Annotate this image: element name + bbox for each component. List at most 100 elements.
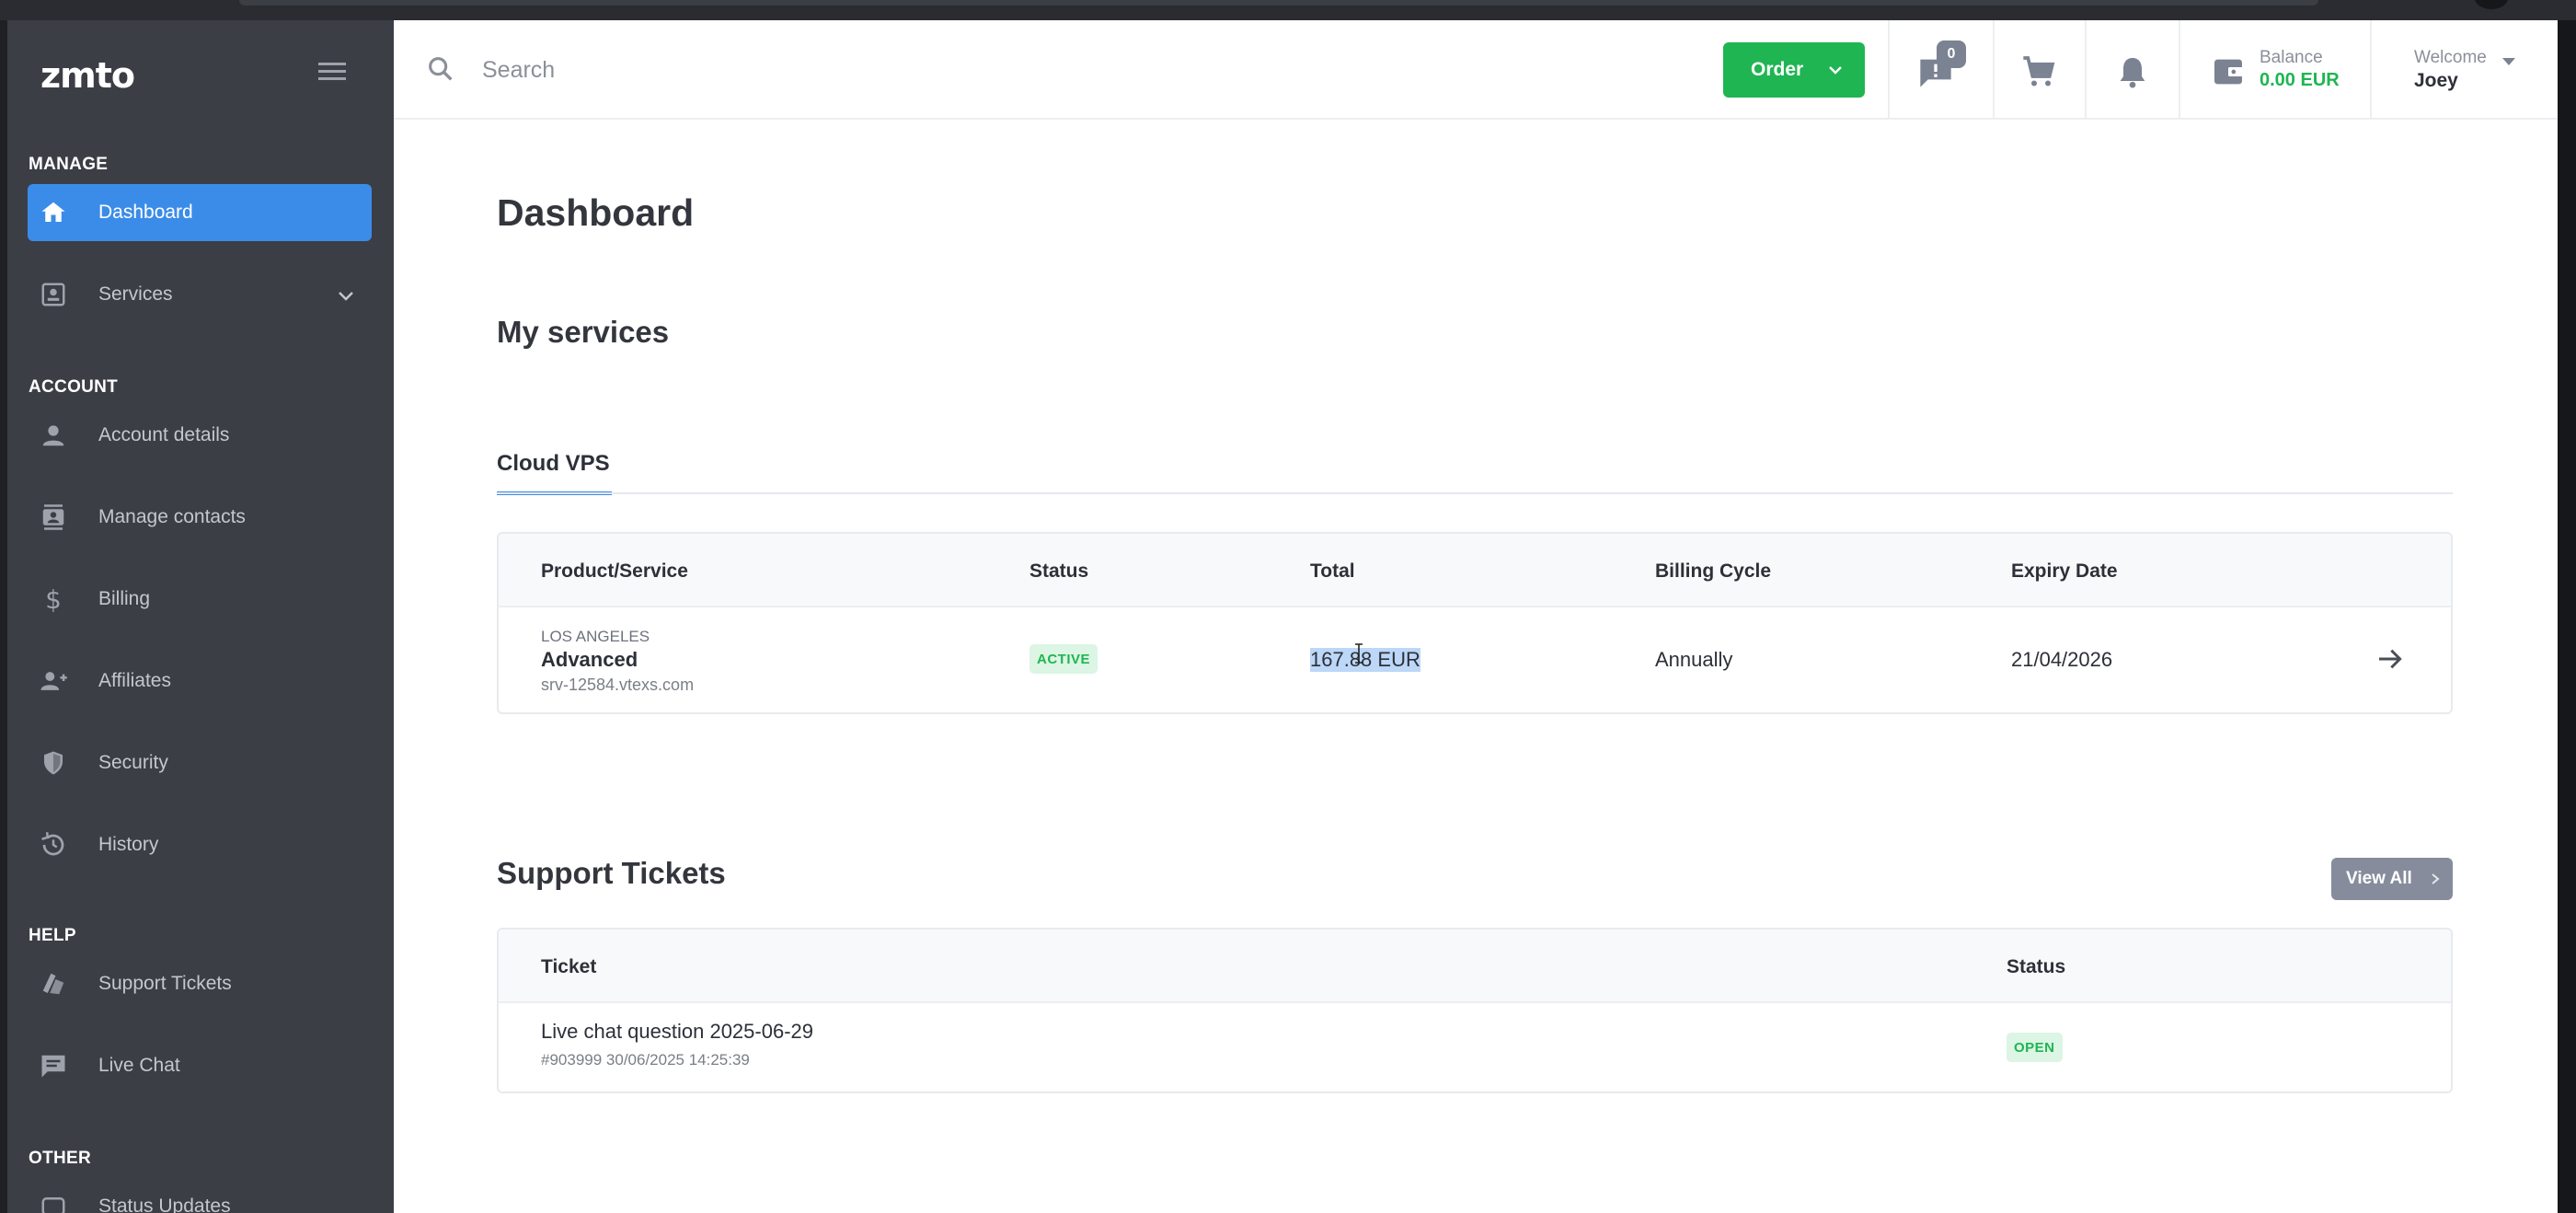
support-tickets-title: Support Tickets — [497, 856, 726, 890]
page-title: Dashboard — [497, 191, 695, 234]
header-divider — [1888, 20, 1890, 118]
table-header-row: Product/Service Status Total Billing Cyc… — [499, 534, 2451, 607]
chevron-down-icon — [1829, 66, 1842, 75]
view-all-label: View All — [2346, 869, 2412, 888]
sidebar-item-label: Affiliates — [98, 670, 171, 691]
sidebar-item-live-chat[interactable]: Live Chat — [28, 1037, 372, 1094]
sidebar-item-status-updates[interactable]: Status Updates — [28, 1178, 372, 1213]
balance-value[interactable]: 0.00 EUR — [2260, 70, 2340, 91]
sidebar-item-label: Support Tickets — [98, 973, 232, 994]
user-name[interactable]: Joey — [2414, 70, 2458, 92]
shield-icon — [39, 748, 68, 778]
column-header: Billing Cycle — [1655, 560, 1772, 582]
order-button-label: Order — [1751, 59, 1804, 80]
person-icon — [39, 421, 68, 450]
service-product[interactable]: Advanced — [541, 648, 638, 672]
home-icon — [39, 198, 68, 227]
bell-icon[interactable] — [2114, 53, 2151, 90]
table-header-row: Ticket Status — [499, 930, 2451, 1003]
service-expiry-date: 21/04/2026 — [2011, 648, 2113, 671]
view-all-button[interactable]: View All — [2331, 858, 2453, 900]
sidebar-item-label: Live Chat — [98, 1055, 180, 1076]
chevron-right-icon — [2432, 873, 2440, 884]
column-header: Product/Service — [541, 560, 688, 582]
sidebar-item-label: Billing — [98, 588, 151, 609]
my-services-title: My services — [497, 315, 670, 349]
sidebar-item-label: Manage contacts — [98, 506, 246, 527]
header-divider — [2370, 20, 2372, 118]
arrow-right-icon[interactable] — [2375, 644, 2405, 674]
window-right-edge — [2558, 20, 2576, 1213]
tickets-table: Ticket Status Live chat question 2025-06… — [497, 928, 2453, 1093]
cart-icon[interactable] — [2020, 53, 2057, 90]
status-icon — [39, 1192, 68, 1213]
status-badge: ACTIVE — [1029, 644, 1098, 674]
search-icon[interactable] — [425, 53, 456, 85]
tickets-icon — [39, 969, 68, 999]
header-divider — [1993, 20, 1995, 118]
services-icon — [39, 280, 68, 309]
sidebar-item-manage-contacts[interactable]: Manage contacts — [28, 489, 372, 546]
svg-text:$: $ — [45, 585, 62, 613]
dollar-icon: $ — [39, 584, 68, 614]
logo[interactable]: zmto — [40, 55, 135, 96]
sidebar-item-affiliates[interactable]: Affiliates — [28, 653, 372, 710]
search-input[interactable] — [482, 52, 1034, 88]
sidebar-item-account-details[interactable]: Account details — [28, 407, 372, 464]
sidebar-item-support-tickets[interactable]: Support Tickets — [28, 955, 372, 1012]
services-table: Product/Service Status Total Billing Cyc… — [497, 532, 2453, 714]
status-badge: OPEN — [2007, 1033, 2063, 1062]
caret-down-icon[interactable] — [2501, 55, 2517, 68]
add-user-icon — [39, 666, 68, 696]
service-hostname: srv-12584.vtexs.com — [541, 676, 695, 694]
service-location: LOS ANGELES — [541, 628, 650, 645]
section-label-other: OTHER — [29, 1149, 91, 1168]
sidebar: zmto MANAGE Dashboard Services ACCOUNT A… — [7, 20, 394, 1213]
chat-icon — [39, 1051, 68, 1080]
ticket-subject[interactable]: Live chat question 2025-06-29 — [541, 1020, 813, 1044]
wallet-icon[interactable] — [2210, 53, 2247, 90]
sidebar-item-label: History — [98, 834, 159, 855]
column-header: Expiry Date — [2011, 560, 2118, 582]
header-divider — [2179, 20, 2180, 118]
tab-cloud-vps[interactable]: Cloud VPS — [497, 431, 612, 495]
column-header: Status — [2007, 956, 2066, 977]
window-left-edge — [0, 20, 7, 1213]
section-label-help: HELP — [29, 926, 76, 945]
balance-label: Balance — [2260, 48, 2323, 67]
browser-control — [2475, 0, 2508, 9]
service-billing-cycle: Annually — [1655, 648, 1733, 671]
sidebar-item-security[interactable]: Security — [28, 734, 372, 791]
table-row[interactable]: Live chat question 2025-06-29 #903999 30… — [499, 1003, 2451, 1092]
browser-top-strip — [0, 0, 2576, 20]
table-row[interactable]: LOS ANGELES Advanced srv-12584.vtexs.com… — [499, 607, 2451, 712]
header-divider — [2085, 20, 2087, 118]
contacts-icon — [39, 503, 68, 532]
sidebar-item-history[interactable]: History — [28, 816, 372, 873]
sidebar-item-services[interactable]: Services — [28, 266, 372, 323]
sidebar-item-label: Services — [98, 283, 173, 305]
order-button[interactable]: Order — [1723, 42, 1865, 98]
hamburger-menu-icon[interactable] — [318, 61, 350, 83]
sidebar-item-label: Account details — [98, 424, 230, 445]
sidebar-item-billing[interactable]: $ Billing — [28, 571, 372, 628]
chevron-down-icon[interactable] — [335, 284, 357, 306]
section-label-manage: MANAGE — [29, 155, 109, 174]
messages-count-badge: 0 — [1937, 40, 1966, 68]
ticket-meta: #903999 30/06/2025 14:25:39 — [541, 1051, 750, 1069]
sidebar-item-label: Security — [98, 752, 168, 773]
tab-divider — [497, 492, 2453, 494]
history-icon — [39, 830, 68, 860]
sidebar-item-dashboard[interactable]: Dashboard — [28, 184, 372, 241]
section-label-account: ACCOUNT — [29, 377, 119, 397]
welcome-label[interactable]: Welcome — [2414, 48, 2487, 68]
main-content: Order 0 Balance 0.00 EUR Welcome — [394, 20, 2558, 1213]
sidebar-item-label: Dashboard — [98, 202, 193, 223]
browser-address-bar — [239, 0, 2318, 6]
column-header: Total — [1310, 560, 1355, 582]
column-header: Status — [1029, 560, 1089, 582]
text-cursor-icon — [1355, 643, 1363, 664]
column-header: Ticket — [541, 956, 597, 977]
sidebar-item-label: Status Updates — [98, 1196, 231, 1213]
top-header: Order 0 Balance 0.00 EUR Welcome — [394, 20, 2558, 120]
